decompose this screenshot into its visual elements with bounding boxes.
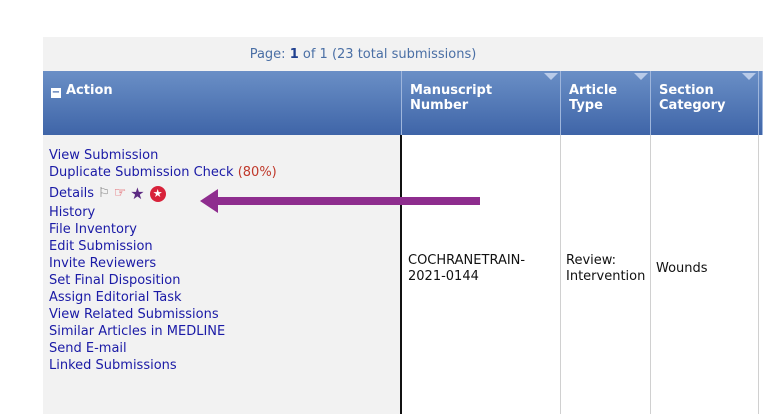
details-link[interactable]: Details — [49, 185, 94, 202]
duplicate-check-link[interactable]: Duplicate Submission Check (80%) — [49, 164, 277, 181]
pager-of-label: of — [302, 46, 316, 62]
manuscript-number-line1: COCHRANETRAIN- — [408, 253, 526, 268]
file-inventory-link[interactable]: File Inventory — [49, 221, 277, 238]
assign-editorial-task-link[interactable]: Assign Editorial Task — [49, 289, 277, 306]
duplicate-check-label: Duplicate Submission Check — [49, 165, 234, 180]
article-type-line2: Intervention — [566, 269, 646, 284]
action-links: View Submission Duplicate Submission Che… — [49, 147, 277, 374]
star-badge-icon[interactable]: ★ — [149, 185, 166, 202]
column-header-manuscript-number[interactable]: Manuscript Number — [402, 71, 561, 135]
pager-total-pages: 1 — [319, 46, 328, 62]
overflow-cell — [759, 135, 763, 414]
section-category: Wounds — [656, 261, 708, 276]
set-final-disposition-link[interactable]: Set Final Disposition — [49, 272, 277, 289]
article-type: Review: Intervention — [566, 253, 645, 285]
column-header-label: Manuscript Number — [410, 83, 493, 113]
article-type-cell: Review: Intervention — [561, 135, 651, 414]
column-header-section-category[interactable]: Section Category — [651, 71, 759, 135]
star-icon[interactable]: ★ — [130, 185, 144, 202]
duplicate-percent: (80%) — [237, 165, 277, 180]
pagination-bar: Page: 1 of 1 (23 total submissions) — [43, 37, 763, 71]
view-related-submissions-link[interactable]: View Related Submissions — [49, 306, 277, 323]
invite-reviewers-link[interactable]: Invite Reviewers — [49, 255, 277, 272]
collapse-minus-icon[interactable]: − — [51, 88, 61, 98]
send-email-link[interactable]: Send E-mail — [49, 340, 277, 357]
manuscript-number: COCHRANETRAIN- 2021-0144 — [408, 253, 525, 285]
flag-icon[interactable]: ⚐ — [98, 185, 110, 202]
sort-triangle-icon[interactable] — [742, 73, 756, 80]
pager-total-submissions: (23 total submissions) — [331, 46, 477, 62]
similar-articles-link[interactable]: Similar Articles in MEDLINE — [49, 323, 277, 340]
manuscript-number-line2: 2021-0144 — [408, 269, 479, 284]
column-header-article-type[interactable]: Article Type — [561, 71, 651, 135]
column-header-action[interactable]: − Action — [43, 71, 402, 135]
column-header-label: Article Type — [569, 83, 618, 113]
pager-current-page[interactable]: 1 — [290, 47, 299, 62]
pointing-hand-icon[interactable]: ☞ — [114, 185, 127, 202]
view-submission-link[interactable]: View Submission — [49, 147, 277, 164]
annotation-arrow-icon — [200, 189, 480, 213]
pager-prefix: Page: — [249, 46, 286, 62]
edit-submission-link[interactable]: Edit Submission — [49, 238, 277, 255]
article-type-line1: Review: — [566, 253, 617, 268]
column-header-label: Section Category — [659, 83, 726, 113]
section-category-cell: Wounds — [651, 135, 759, 414]
linked-submissions-link[interactable]: Linked Submissions — [49, 357, 277, 374]
column-header-label: Action — [66, 83, 113, 98]
column-header-overflow — [759, 71, 763, 135]
manuscript-number-cell: COCHRANETRAIN- 2021-0144 — [402, 135, 561, 414]
sort-triangle-icon[interactable] — [634, 73, 648, 80]
sort-triangle-icon[interactable] — [544, 73, 558, 80]
action-cell: View Submission Duplicate Submission Che… — [43, 135, 402, 414]
